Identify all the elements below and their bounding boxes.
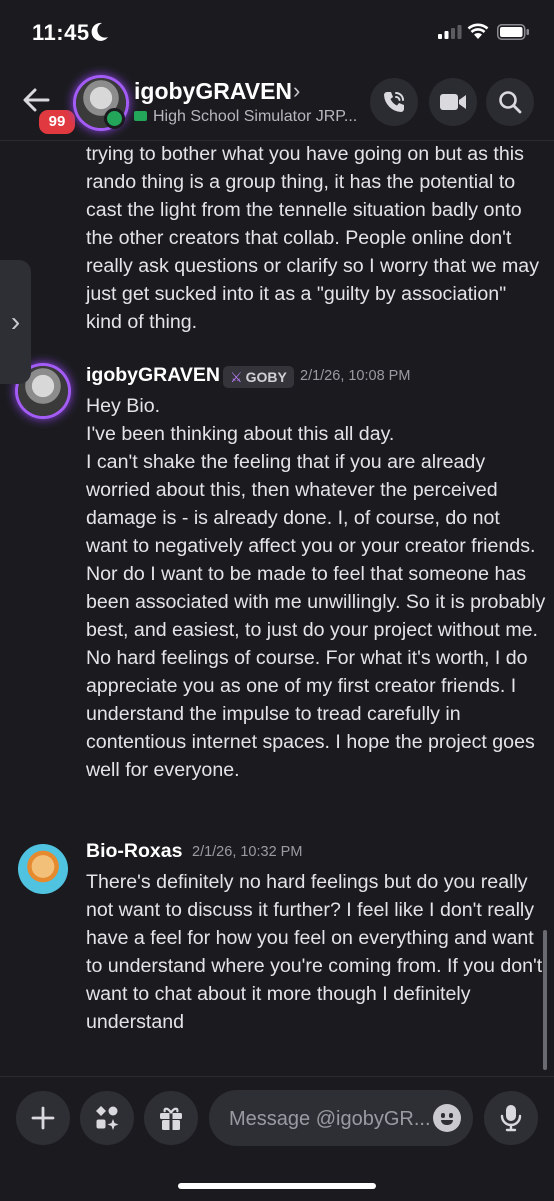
chat-header: 99 igobyGRAVEN › High School Simulator J… bbox=[0, 64, 554, 140]
apps-icon bbox=[96, 1106, 119, 1130]
unread-badge: 99 bbox=[36, 107, 78, 137]
screen-icon bbox=[134, 111, 147, 121]
message-timestamp: 2/1/26, 10:32 PM bbox=[192, 844, 303, 860]
user-tag: ⚔ GOBY bbox=[223, 366, 294, 388]
message-author[interactable]: Bio-Roxas bbox=[86, 840, 182, 863]
video-camera-icon bbox=[440, 94, 466, 110]
wifi-icon bbox=[467, 23, 489, 39]
signal-icon bbox=[438, 25, 462, 39]
gift-button[interactable] bbox=[144, 1091, 198, 1145]
status-time: 11:45 bbox=[32, 20, 90, 45]
battery-icon bbox=[497, 24, 529, 40]
voice-message-button[interactable] bbox=[484, 1091, 538, 1145]
message-text: trying to bother what you have going on … bbox=[86, 143, 539, 333]
avatar[interactable] bbox=[18, 844, 68, 894]
channel-title[interactable]: igobyGRAVEN bbox=[134, 78, 292, 105]
user-tag-label: GOBY bbox=[245, 369, 287, 385]
chevron-right-icon: › bbox=[10, 306, 21, 337]
voice-call-button[interactable] bbox=[370, 78, 418, 126]
message-text: There's definitely no hard feelings but … bbox=[86, 871, 543, 1033]
message-list[interactable]: trying to bother what you have going on … bbox=[0, 140, 554, 1076]
message-text: Hey Bio. I've been thinking about this a… bbox=[86, 395, 546, 781]
search-icon bbox=[499, 91, 522, 114]
apps-button[interactable] bbox=[80, 1091, 134, 1145]
add-attachment-button[interactable] bbox=[16, 1091, 70, 1145]
activity-status: High School Simulator JRP... bbox=[134, 108, 357, 126]
message-author[interactable]: igobyGRAVEN bbox=[86, 364, 220, 387]
message-continuation: trying to bother what you have going on … bbox=[86, 140, 546, 336]
chevron-right-icon[interactable]: › bbox=[293, 78, 300, 104]
search-button[interactable] bbox=[486, 78, 534, 126]
plus-icon bbox=[31, 1106, 55, 1130]
moon-icon bbox=[91, 22, 108, 41]
status-bar: 11:45 bbox=[0, 0, 554, 64]
activity-text: High School Simulator JRP... bbox=[153, 108, 358, 125]
gift-icon bbox=[160, 1107, 182, 1130]
message-input-container bbox=[209, 1090, 473, 1148]
home-indicator[interactable] bbox=[178, 1183, 376, 1189]
microphone-icon bbox=[500, 1105, 522, 1132]
scrollbar[interactable] bbox=[543, 930, 547, 1070]
emoji-icon[interactable] bbox=[433, 1104, 461, 1132]
message-input[interactable] bbox=[227, 1090, 431, 1148]
message-timestamp: 2/1/26, 10:08 PM bbox=[300, 368, 411, 384]
side-drawer-handle[interactable]: › bbox=[0, 260, 31, 384]
online-status-indicator bbox=[104, 108, 125, 129]
sword-icon: ⚔ bbox=[230, 369, 243, 385]
video-call-button[interactable] bbox=[429, 78, 477, 126]
phone-call-icon bbox=[384, 92, 404, 112]
